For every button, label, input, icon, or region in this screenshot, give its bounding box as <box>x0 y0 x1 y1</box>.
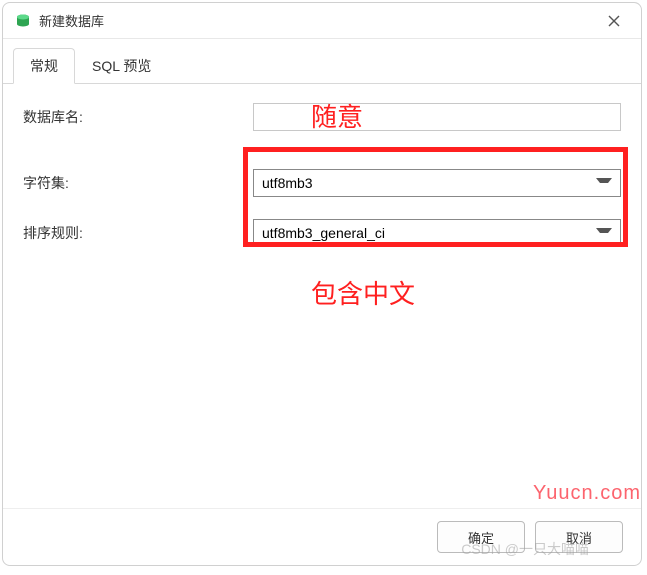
tab-label: 常规 <box>30 58 58 74</box>
tab-sql-preview[interactable]: SQL 预览 <box>75 48 168 84</box>
footer: 确定 取消 <box>3 508 641 565</box>
input-database-name[interactable] <box>253 103 621 131</box>
row-collation: 排序规则: utf8mb3_general_ci <box>23 218 621 248</box>
ok-button[interactable]: 确定 <box>437 521 525 553</box>
cancel-button[interactable]: 取消 <box>535 521 623 553</box>
tab-bar: 常规 SQL 预览 <box>3 39 641 84</box>
tab-label: SQL 预览 <box>92 58 151 74</box>
database-icon <box>15 13 31 29</box>
row-database-name: 数据库名: <box>23 102 621 132</box>
close-icon <box>608 15 620 27</box>
label-charset: 字符集: <box>23 173 253 193</box>
select-collation-value: utf8mb3_general_ci <box>262 225 385 241</box>
select-charset-value: utf8mb3 <box>262 175 313 191</box>
window-title: 新建数据库 <box>39 11 599 30</box>
titlebar: 新建数据库 <box>3 3 641 39</box>
ok-button-label: 确定 <box>468 528 494 547</box>
select-collation[interactable]: utf8mb3_general_ci <box>253 219 621 247</box>
row-charset: 字符集: utf8mb3 <box>23 168 621 198</box>
annotation-contains-chinese: 包含中文 <box>311 274 415 311</box>
select-charset[interactable]: utf8mb3 <box>253 169 621 197</box>
close-button[interactable] <box>599 6 629 36</box>
label-database-name: 数据库名: <box>23 107 253 127</box>
label-collation: 排序规则: <box>23 223 253 243</box>
content-area: 数据库名: 字符集: utf8mb3 排序规则: utf8mb3_general… <box>3 84 641 508</box>
dialog-window: 新建数据库 常规 SQL 预览 数据库名: 字符集: utf8mb3 <box>2 2 642 566</box>
tab-general[interactable]: 常规 <box>13 48 75 84</box>
cancel-button-label: 取消 <box>566 528 592 547</box>
